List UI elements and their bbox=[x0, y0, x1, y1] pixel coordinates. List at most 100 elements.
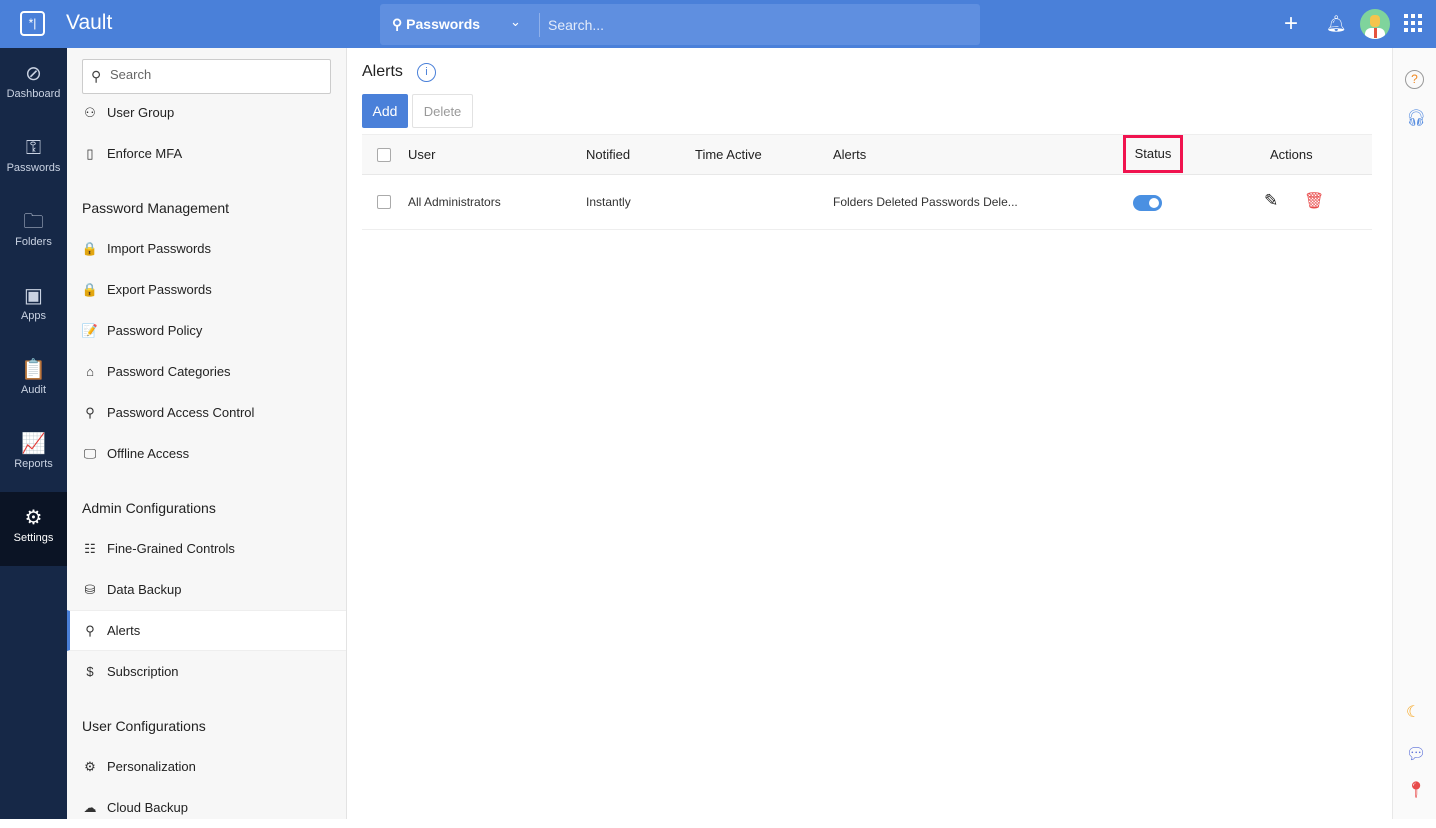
trash-icon[interactable]: 🗑︎ bbox=[1304, 191, 1324, 211]
sliders-icon: ☷ bbox=[84, 540, 96, 556]
col-time-active[interactable]: Time Active bbox=[695, 135, 762, 175]
chevron-down-icon[interactable]: ⌄ bbox=[510, 14, 521, 30]
sso-icon: ▣ bbox=[24, 285, 43, 307]
select-all-checkbox[interactable] bbox=[377, 148, 391, 162]
subscription-icon: $ bbox=[86, 664, 94, 679]
cloud-icon: ☁ bbox=[83, 799, 97, 815]
settings-menu: ⚇ User Group ▯ Enforce MFA Password Manageme… bbox=[67, 92, 346, 828]
rail-item-dashboard[interactable]: ⊘ Dashboard bbox=[0, 48, 67, 122]
menu-item-label: Enforce MFA bbox=[107, 146, 183, 161]
bell-icon[interactable]: 🔔︎ bbox=[1326, 14, 1346, 34]
menu-item-label: Import Passwords bbox=[107, 241, 212, 256]
menu-item-label: User Group bbox=[107, 105, 175, 120]
key-icon: ⚿ bbox=[25, 137, 42, 159]
menu-item-label: Password Access Control bbox=[107, 405, 255, 420]
rail-item-label: Folders bbox=[15, 236, 52, 248]
row-notified: Instantly bbox=[586, 195, 631, 209]
lock-export-icon: 🔒 bbox=[81, 281, 99, 297]
row-checkbox[interactable] bbox=[377, 195, 391, 209]
menu-item-export-passwords[interactable]: 🔒 Export Passwords bbox=[67, 269, 346, 310]
menu-item-fine-grained-controls[interactable]: ☷ Fine-Grained Controls bbox=[67, 528, 346, 569]
policy-icon: 📝 bbox=[81, 322, 99, 338]
rail-item-passwords[interactable]: ⚿ Passwords bbox=[0, 122, 67, 196]
chart-icon: 📈 bbox=[21, 433, 46, 455]
menu-item-label: Password Categories bbox=[107, 364, 231, 379]
rail-item-label: Passwords bbox=[6, 162, 61, 174]
info-icon[interactable]: i bbox=[417, 63, 436, 82]
offline-icon: 🖵 bbox=[83, 445, 97, 461]
settings-panel: ⚲ ⚇ User Group ▯ Enforce MFA Password Manage… bbox=[67, 48, 347, 819]
menu-item-personalization[interactable]: ⚙ Personalization bbox=[67, 746, 346, 787]
rail-item-audit[interactable]: 📋 Audit bbox=[0, 344, 67, 418]
menu-item-cloud-backup[interactable]: ☁ Cloud Backup bbox=[67, 787, 346, 828]
rail-item-label: Audit bbox=[20, 384, 47, 396]
menu-item-password-categories[interactable]: ⌂ Password Categories bbox=[67, 351, 346, 392]
apps-grid-icon[interactable] bbox=[1404, 14, 1422, 32]
menu-item-label: Fine-Grained Controls bbox=[107, 541, 235, 556]
clipboard-icon: 📋 bbox=[21, 359, 46, 381]
vault-logo-icon: *| bbox=[20, 11, 45, 36]
table-header: User Notified Time Active Alerts Status … bbox=[362, 134, 1372, 175]
categories-icon: ⌂ bbox=[86, 364, 94, 379]
menu-item-label: Subscription bbox=[107, 664, 179, 679]
rail-item-folders[interactable]: 🗀 Folders bbox=[0, 196, 67, 270]
menu-item-label: Offline Access bbox=[107, 446, 190, 461]
rail-item-label: Apps bbox=[20, 310, 47, 322]
section-heading: User Configurations bbox=[82, 718, 206, 734]
delete-button[interactable]: Delete bbox=[412, 94, 473, 128]
section-heading: Password Management bbox=[82, 200, 230, 216]
col-notified[interactable]: Notified bbox=[586, 135, 630, 175]
menu-item-label: Data Backup bbox=[107, 582, 182, 597]
lock-import-icon: 🔒 bbox=[81, 240, 99, 256]
global-search: ⚲ Passwords ⌄ bbox=[380, 4, 980, 45]
menu-item-enforce-mfa[interactable]: ▯ Enforce MFA bbox=[67, 133, 346, 174]
chat-icon[interactable]: 💬︎ bbox=[1406, 744, 1426, 764]
divider bbox=[539, 13, 540, 37]
status-toggle[interactable] bbox=[1133, 195, 1162, 211]
menu-item-user-group[interactable]: ⚇ User Group bbox=[67, 92, 346, 133]
menu-item-label: Personalization bbox=[107, 759, 196, 774]
app-title: Vault bbox=[66, 11, 113, 34]
search-scope-dropdown[interactable]: ⚲ Passwords bbox=[392, 16, 480, 33]
menu-item-data-backup[interactable]: ⛁ Data Backup bbox=[67, 569, 346, 610]
location-pin-icon[interactable]: 📍︎ bbox=[1406, 780, 1426, 800]
menu-item-alerts[interactable]: ⚲ Alerts bbox=[67, 610, 346, 651]
col-alerts[interactable]: Alerts bbox=[833, 135, 866, 175]
col-status[interactable]: Status bbox=[1123, 135, 1183, 173]
col-user[interactable]: User bbox=[408, 135, 435, 175]
add-button[interactable]: Add bbox=[362, 94, 408, 128]
col-actions: Actions bbox=[1270, 147, 1313, 162]
menu-item-password-policy[interactable]: 📝 Password Policy bbox=[67, 310, 346, 351]
settings-search[interactable]: ⚲ bbox=[82, 59, 331, 94]
table-row: All Administrators Instantly Folders Del… bbox=[362, 175, 1372, 230]
menu-item-label: Export Passwords bbox=[107, 282, 212, 297]
edit-pencil-icon[interactable]: ✎ bbox=[1264, 191, 1278, 211]
access-control-icon: ⚲ bbox=[85, 404, 95, 420]
rail-item-label: Dashboard bbox=[6, 88, 61, 100]
settings-search-input[interactable] bbox=[110, 67, 310, 82]
gear-icon: ⚙ bbox=[84, 758, 96, 774]
menu-item-subscription[interactable]: $ Subscription bbox=[67, 651, 346, 692]
folder-icon: 🗀 bbox=[23, 211, 44, 233]
headset-support-icon[interactable]: 🎧︎ bbox=[1406, 108, 1426, 128]
right-rail: ? 🎧︎ ☾ 💬︎ 📍︎ bbox=[1392, 48, 1436, 819]
menu-item-offline-access[interactable]: 🖵 Offline Access bbox=[67, 433, 346, 474]
mfa-device-icon: ▯ bbox=[86, 145, 94, 161]
menu-item-import-passwords[interactable]: 🔒 Import Passwords bbox=[67, 228, 346, 269]
rail-item-settings[interactable]: ⚙ Settings bbox=[0, 492, 67, 566]
menu-item-password-access-control[interactable]: ⚲ Password Access Control bbox=[67, 392, 346, 433]
menu-item-label: Cloud Backup bbox=[107, 800, 188, 815]
moon-icon[interactable]: ☾ bbox=[1406, 702, 1420, 722]
page-title: Alerts bbox=[362, 63, 403, 80]
nav-rail: ⊘ Dashboard ⚿ Passwords 🗀 Folders ▣ Apps 📋 Audit 📈… bbox=[0, 48, 67, 819]
avatar[interactable] bbox=[1360, 9, 1390, 39]
search-input[interactable] bbox=[548, 12, 968, 37]
plus-icon[interactable]: + bbox=[1284, 10, 1298, 38]
rail-item-reports[interactable]: 📈 Reports bbox=[0, 418, 67, 492]
rail-item-label: Settings bbox=[13, 532, 54, 544]
help-icon[interactable]: ? bbox=[1405, 70, 1424, 89]
rail-item-label: Reports bbox=[14, 458, 53, 470]
user-group-icon: ⚇ bbox=[84, 104, 96, 120]
search-scope-label: Passwords bbox=[406, 16, 481, 32]
rail-item-apps[interactable]: ▣ Apps bbox=[0, 270, 67, 344]
